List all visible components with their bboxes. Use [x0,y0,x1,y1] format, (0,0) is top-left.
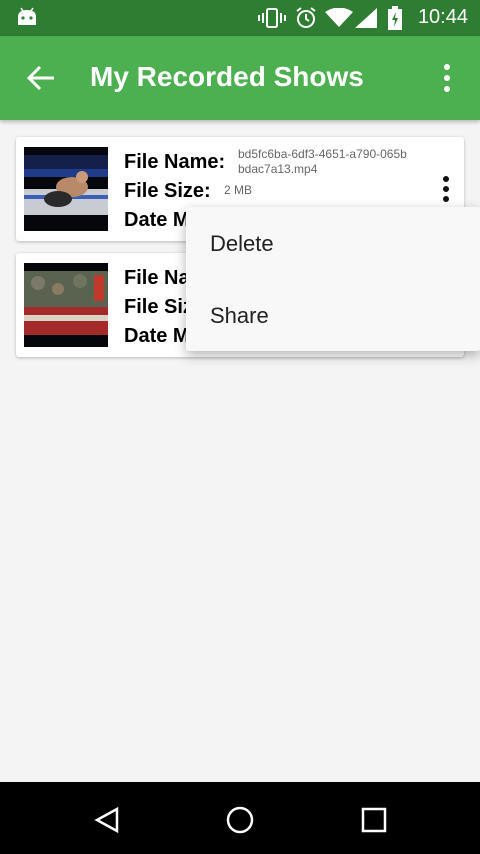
more-vert-icon[interactable] [437,63,457,93]
menu-item-share[interactable]: Share [186,279,480,351]
date-label: Date M [124,325,190,347]
battery-icon [388,6,402,30]
menu-item-label: Delete [210,231,274,256]
wrestling-match-thumbnail [24,147,108,231]
signal-icon [355,8,377,28]
menu-item-delete[interactable]: Delete [186,207,480,279]
more-vert-icon[interactable] [436,175,456,205]
status-bar: 10:44 [0,0,480,36]
page-title: My Recorded Shows [90,61,364,92]
wrestling-crowd-thumbnail [24,263,108,347]
file-name-value: bd5fc6ba-6df3-4651-a790-065bbdac7a13.mp4 [238,147,407,176]
context-menu: Delete Share [186,207,480,351]
date-label: Date M [124,209,190,231]
back-triangle-icon[interactable] [94,806,120,834]
vibrate-icon [258,8,286,28]
file-size-label: File Siz [124,296,193,318]
menu-item-label: Share [210,303,269,328]
android-icon [18,7,36,25]
wifi-icon [325,8,353,27]
recents-square-icon[interactable] [361,807,387,833]
file-size-value: 2 MB [224,183,253,197]
status-time: 10:44 [417,6,468,28]
arrow-back-icon[interactable] [26,64,56,92]
alarm-icon [296,7,316,28]
navigation-bar [0,782,480,854]
file-name-label: File Name: [124,151,226,173]
file-name-label: File Na [124,267,190,289]
file-size-label: File Size: [124,180,211,202]
app-bar: My Recorded Shows [0,36,480,120]
home-circle-icon[interactable] [225,805,255,835]
